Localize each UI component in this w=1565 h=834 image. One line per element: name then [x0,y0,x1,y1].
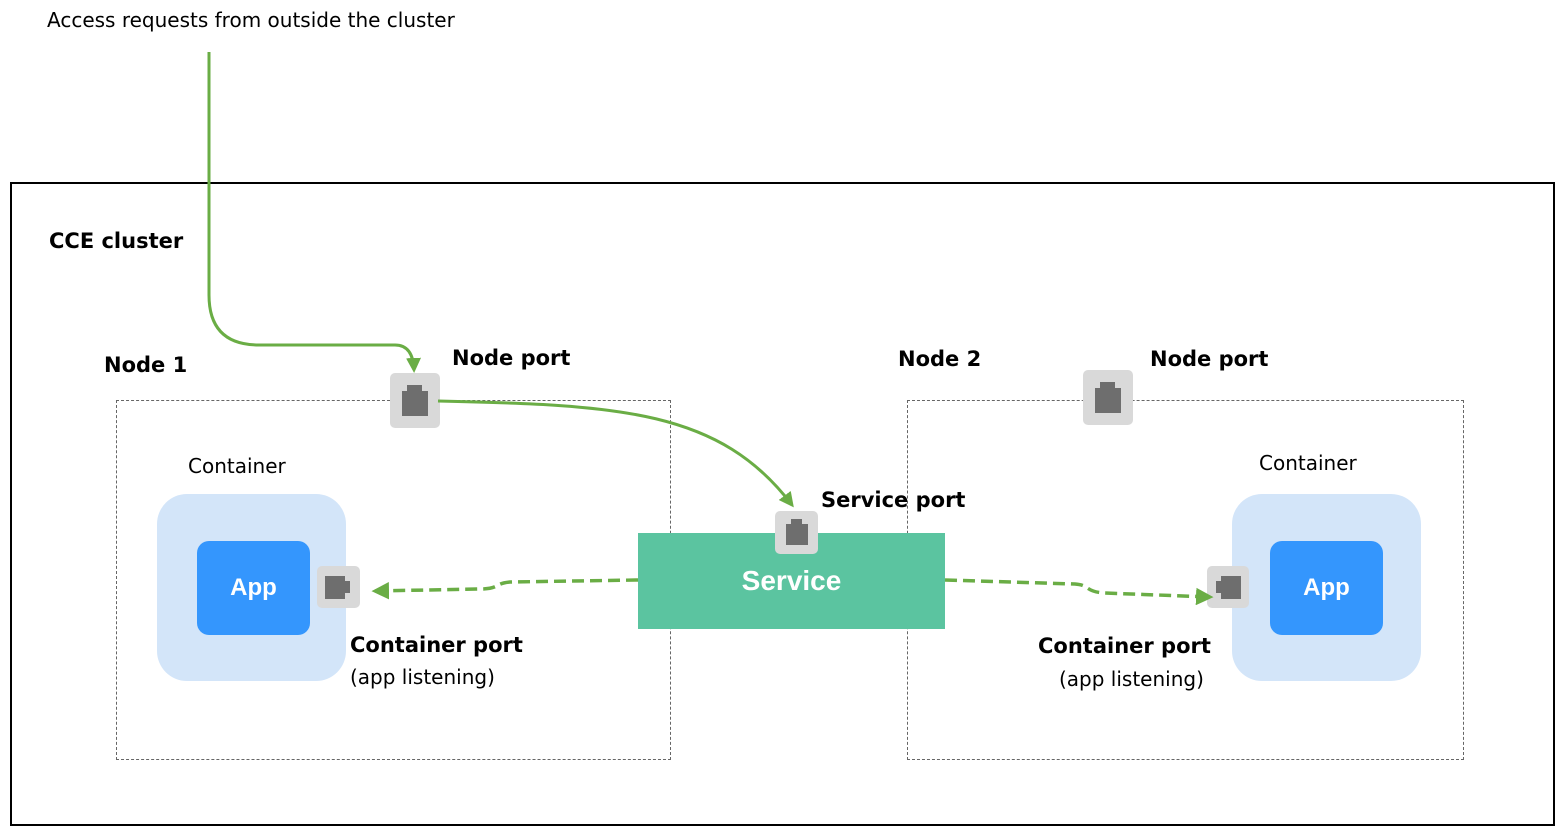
node-2-container-port-sublabel: (app listening) [1059,667,1204,691]
node-2-container-port-label: Container port [1038,634,1211,658]
node-2-label: Node 2 [898,347,982,371]
node-2-container-label: Container [1259,451,1357,475]
node-2-container-port [1207,566,1249,608]
node-1-node-port [390,373,440,428]
node-2-node-port-label: Node port [1150,347,1269,371]
ethernet-port-icon [402,385,428,416]
ethernet-port-icon [786,519,808,545]
node-1-label: Node 1 [104,353,188,377]
node-1-container-port-sublabel: (app listening) [350,665,495,689]
cluster-label: CCE cluster [49,229,184,253]
node-1-container-label: Container [188,454,286,478]
node-1-container-port [317,566,360,608]
external-access-caption: Access requests from outside the cluster [47,8,455,32]
service-port-label: Service port [821,488,966,512]
node-1-app: App [197,541,310,635]
node-2-node-port [1083,370,1133,425]
node-1-container-port-label: Container port [350,633,523,657]
ethernet-port-icon [325,576,350,599]
ethernet-port-icon [1095,382,1121,413]
node-1-node-port-label: Node port [452,346,571,370]
service-port [775,511,818,554]
ethernet-port-icon [1216,576,1241,599]
node-2-app: App [1270,541,1383,635]
